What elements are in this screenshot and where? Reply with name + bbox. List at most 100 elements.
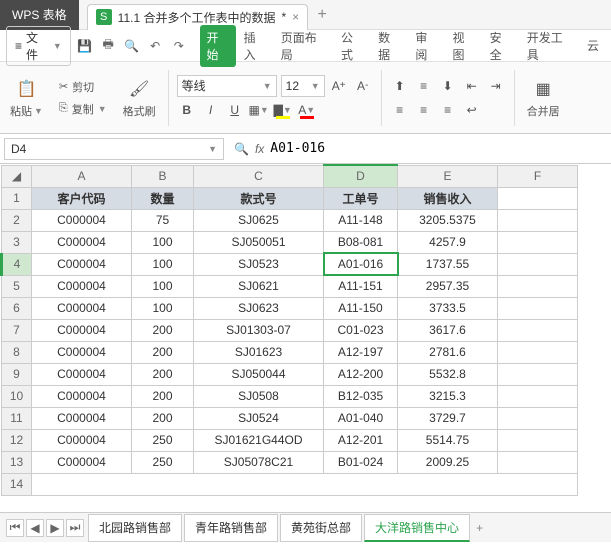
cell-C4[interactable]: SJ0523	[194, 253, 324, 275]
cell-A7[interactable]: C000004	[32, 319, 132, 341]
row-header-6[interactable]: 6	[2, 297, 32, 319]
search-icon[interactable]: 🔍	[234, 142, 249, 156]
row-header-5[interactable]: 5	[2, 275, 32, 297]
cell-B9[interactable]: 200	[132, 363, 194, 385]
cell-D9[interactable]: A12-200	[324, 363, 398, 385]
ribbon-tab-8[interactable]: 开发工具	[521, 25, 579, 67]
file-menu[interactable]: ≡ 文件 ▼	[6, 26, 71, 66]
cell-C3[interactable]: SJ050051	[194, 231, 324, 253]
sheet-nav-first-icon[interactable]: ⏮	[6, 519, 24, 537]
row-header-14[interactable]: 14	[2, 473, 32, 495]
cell-E10[interactable]: 3215.3	[398, 385, 498, 407]
cell-D13[interactable]: B01-024	[324, 451, 398, 473]
sheet-tab-0[interactable]: 北园路销售部	[88, 514, 182, 542]
ribbon-tab-5[interactable]: 审阅	[409, 25, 444, 67]
cell-C2[interactable]: SJ0625	[194, 209, 324, 231]
ribbon-tab-4[interactable]: 数据	[372, 25, 407, 67]
row-header-7[interactable]: 7	[2, 319, 32, 341]
col-header-D[interactable]: D	[324, 165, 398, 187]
sheet-nav-prev-icon[interactable]: ◀	[26, 519, 44, 537]
cell-E2[interactable]: 3205.5375	[398, 209, 498, 231]
cell-A11[interactable]: C000004	[32, 407, 132, 429]
data-header[interactable]: 客户代码	[32, 187, 132, 209]
undo-icon[interactable]: ↶	[145, 36, 165, 56]
cell-C8[interactable]: SJ01623	[194, 341, 324, 363]
cell-A3[interactable]: C000004	[32, 231, 132, 253]
row-header-9[interactable]: 9	[2, 363, 32, 385]
align-center-icon[interactable]: ≡	[414, 99, 434, 121]
row-header-2[interactable]: 2	[2, 209, 32, 231]
formula-bar[interactable]	[270, 141, 470, 156]
cell-A5[interactable]: C000004	[32, 275, 132, 297]
ribbon-tab-2[interactable]: 页面布局	[275, 25, 333, 67]
name-box[interactable]: D4▼	[4, 138, 224, 160]
cell-E12[interactable]: 5514.75	[398, 429, 498, 451]
cell-C13[interactable]: SJ05078C21	[194, 451, 324, 473]
cell-B12[interactable]: 250	[132, 429, 194, 451]
cell-B13[interactable]: 250	[132, 451, 194, 473]
row-header-13[interactable]: 13	[2, 451, 32, 473]
decrease-font-icon[interactable]: A-	[353, 75, 373, 97]
merge-cells-button[interactable]: ▦ 合并居	[523, 75, 564, 121]
cell-B2[interactable]: 75	[132, 209, 194, 231]
row-header-3[interactable]: 3	[2, 231, 32, 253]
ribbon-tab-7[interactable]: 安全	[484, 25, 519, 67]
cell-B8[interactable]: 200	[132, 341, 194, 363]
select-all-corner[interactable]: ◢	[2, 165, 32, 187]
font-name-select[interactable]: 等线▼	[177, 75, 277, 97]
col-header-A[interactable]: A	[32, 165, 132, 187]
cell-C11[interactable]: SJ0524	[194, 407, 324, 429]
row-header-8[interactable]: 8	[2, 341, 32, 363]
cell-D3[interactable]: B08-081	[324, 231, 398, 253]
fill-color-button[interactable]: ▇▼	[273, 99, 293, 121]
cell-C7[interactable]: SJ01303-07	[194, 319, 324, 341]
data-header[interactable]: 工单号	[324, 187, 398, 209]
cell-B6[interactable]: 100	[132, 297, 194, 319]
cell-E7[interactable]: 3617.6	[398, 319, 498, 341]
align-bottom-icon[interactable]: ⬇	[438, 75, 458, 97]
cell-E3[interactable]: 4257.9	[398, 231, 498, 253]
fx-icon[interactable]: fx	[255, 142, 264, 156]
col-header-B[interactable]: B	[132, 165, 194, 187]
cell-B10[interactable]: 200	[132, 385, 194, 407]
bold-button[interactable]: B	[177, 99, 197, 121]
close-icon[interactable]: ×	[292, 10, 299, 24]
ribbon-tab-0[interactable]: 开始	[200, 25, 235, 67]
cell-C9[interactable]: SJ050044	[194, 363, 324, 385]
cell-B3[interactable]: 100	[132, 231, 194, 253]
cell-C6[interactable]: SJ0623	[194, 297, 324, 319]
print-preview-icon[interactable]: 🔍	[122, 36, 142, 56]
cell-A10[interactable]: C000004	[32, 385, 132, 407]
underline-button[interactable]: U	[225, 99, 245, 121]
save-icon[interactable]: 💾	[75, 36, 95, 56]
cell-D7[interactable]: C01-023	[324, 319, 398, 341]
font-color-button[interactable]: A▼	[297, 99, 317, 121]
sheet-nav-next-icon[interactable]: ▶	[46, 519, 64, 537]
cell-E9[interactable]: 5532.8	[398, 363, 498, 385]
cell-A8[interactable]: C000004	[32, 341, 132, 363]
cell-D10[interactable]: B12-035	[324, 385, 398, 407]
new-tab-button[interactable]: +	[308, 6, 336, 24]
cell-A9[interactable]: C000004	[32, 363, 132, 385]
cell-B11[interactable]: 200	[132, 407, 194, 429]
italic-button[interactable]: I	[201, 99, 221, 121]
cell-E11[interactable]: 3729.7	[398, 407, 498, 429]
cell-C5[interactable]: SJ0621	[194, 275, 324, 297]
cell-E4[interactable]: 1737.55	[398, 253, 498, 275]
cell-A13[interactable]: C000004	[32, 451, 132, 473]
data-header[interactable]: 销售收入	[398, 187, 498, 209]
sheet-nav-last-icon[interactable]: ⏭	[66, 519, 84, 537]
cut-button[interactable]: ✂剪切	[55, 77, 111, 97]
row-header-10[interactable]: 10	[2, 385, 32, 407]
cell-E5[interactable]: 2957.35	[398, 275, 498, 297]
cell-D5[interactable]: A11-151	[324, 275, 398, 297]
cell-D2[interactable]: A11-148	[324, 209, 398, 231]
cell-A12[interactable]: C000004	[32, 429, 132, 451]
copy-button[interactable]: ⎘复制▼	[55, 99, 111, 119]
sheet-tab-1[interactable]: 青年路销售部	[184, 514, 278, 542]
data-header[interactable]: 数量	[132, 187, 194, 209]
col-header-F[interactable]: F	[498, 165, 578, 187]
cell-C10[interactable]: SJ0508	[194, 385, 324, 407]
ribbon-tab-9[interactable]: 云	[581, 33, 605, 58]
add-sheet-icon[interactable]: +	[476, 521, 483, 535]
